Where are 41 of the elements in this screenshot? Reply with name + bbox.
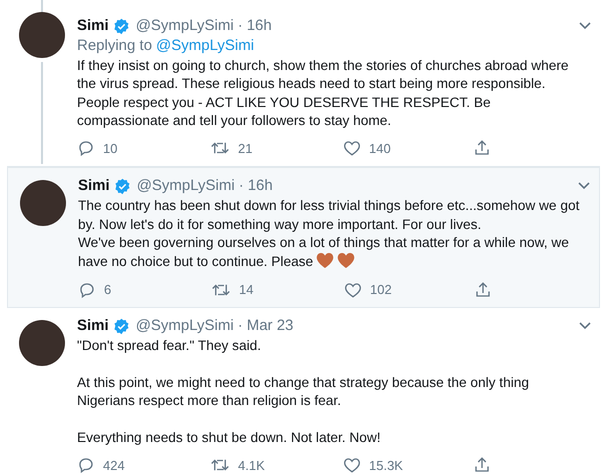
reply-count: 424 <box>103 456 125 475</box>
like-count: 140 <box>369 140 391 158</box>
heart-icon[interactable] <box>344 280 362 298</box>
user-handle[interactable]: @SympLySimi <box>136 14 234 38</box>
caret-icon[interactable] <box>578 321 592 332</box>
heart-icon[interactable] <box>343 456 361 474</box>
replying-label: Replying to <box>77 36 152 56</box>
author-name[interactable]: Simi <box>78 174 110 198</box>
retweet-count: 14 <box>239 280 254 299</box>
tweet-time[interactable]: Mar 23 <box>246 315 294 338</box>
tweet-text: If they insist on going to church, show them the stories of churches abroad where the virus spread. These religious heads need to start being more responsible. People respect you - ACT LIKE YOU DESERVE THE RESPECT. Be compassionate and tell your followers to stay home. <box>77 58 568 128</box>
caret-icon[interactable] <box>577 181 591 192</box>
user-handle[interactable]: @SympLySimi <box>136 315 234 338</box>
tweet-time[interactable]: 16h <box>248 174 273 198</box>
separator-dot: · <box>238 16 243 36</box>
mention-link[interactable]: @SympLySimi <box>156 36 254 56</box>
share-icon[interactable] <box>473 139 491 158</box>
author-name[interactable]: Simi <box>77 14 109 38</box>
reply-icon[interactable] <box>77 139 95 158</box>
separator-dot: · <box>238 176 244 196</box>
reply-count: 10 <box>103 140 118 158</box>
author-name[interactable]: Simi <box>77 315 109 338</box>
avatar[interactable] <box>19 320 65 366</box>
avatar[interactable] <box>19 12 65 58</box>
avatar[interactable] <box>20 180 66 226</box>
user-handle[interactable]: @SympLySimi <box>136 174 235 198</box>
tweet-text: "Don't spread fear." They said. At this point, we might need to change that strategy because the only thing Nigerians respect more than religion is fear. Everything needs to shut be down. Not later. Now! <box>77 338 529 446</box>
reply-icon[interactable] <box>77 456 95 474</box>
like-count: 102 <box>370 280 392 299</box>
share-icon[interactable] <box>473 456 491 474</box>
heart-icon[interactable] <box>343 139 361 158</box>
tweet-time[interactable]: 16h <box>246 14 272 38</box>
reply-icon[interactable] <box>78 280 96 298</box>
tweet-text: The country has been shut down for less trivial things before etc...somehow we got by. Now let's do it for something way more important. For our lives. We've been governing ourselves on a lot of things that matter for a while now, we have no choice but to continue. Please <box>78 198 580 270</box>
share-icon[interactable] <box>474 280 492 298</box>
separator-dot: · <box>238 316 243 336</box>
retweet-count: 4.1K <box>238 456 265 475</box>
reply-count: 6 <box>104 280 112 299</box>
caret-icon[interactable] <box>578 21 592 31</box>
retweet-count: 21 <box>238 140 252 158</box>
like-count: 15.3K <box>369 456 403 475</box>
